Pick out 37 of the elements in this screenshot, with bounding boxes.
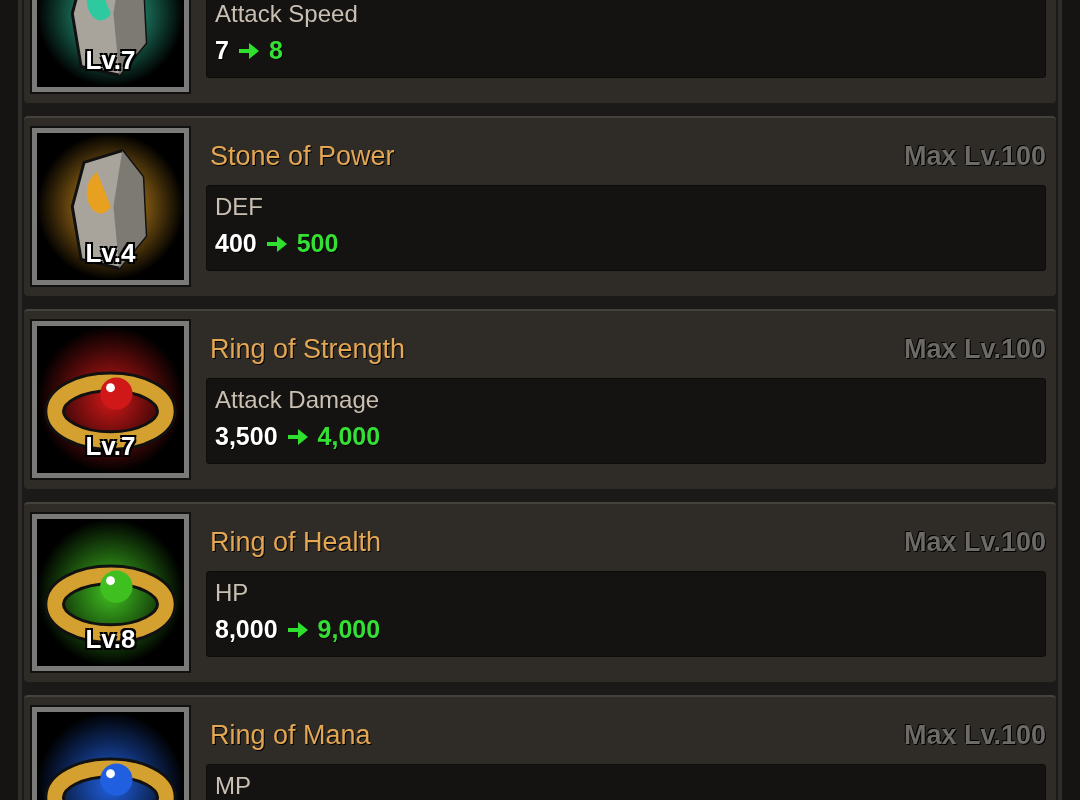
item-card[interactable]: Lv.8 Ring of Health Max Lv.100 HP 8,000 9,000 (24, 502, 1056, 682)
next-value: 4,000 (317, 424, 381, 449)
next-value: 500 (296, 231, 339, 256)
arrow-icon (264, 233, 289, 254)
item-name: Ring of Strength (210, 333, 406, 367)
max-level-label: Max Lv.100 (903, 526, 1046, 560)
level-label: Lv.7 (84, 433, 137, 459)
item-name: Stone of Power (210, 140, 395, 174)
current-value: 7 (215, 38, 229, 63)
current-value: 3,500 (215, 424, 278, 449)
current-value: 8,000 (215, 617, 278, 642)
stat-name: Attack Damage (215, 388, 381, 412)
max-level-label: Max Lv.100 (903, 333, 1046, 367)
arrow-icon (236, 40, 261, 61)
item-icon-frame[interactable]: Lv.7 (32, 321, 189, 478)
item-name: Ring of Health (210, 526, 382, 560)
level-label: Lv.7 (84, 47, 137, 73)
next-value: 8 (268, 38, 283, 63)
rune-stone-icon (37, 133, 184, 280)
item-icon-frame[interactable]: Lv.8 (32, 514, 189, 671)
stat-name: HP (215, 581, 250, 605)
ring-icon (37, 519, 184, 666)
max-level-label: Max Lv.100 (903, 140, 1046, 174)
stat-name: DEF (215, 195, 264, 219)
arrow-icon (285, 619, 310, 640)
max-level-label: Max Lv.100 (903, 719, 1046, 753)
level-label: Lv.8 (84, 626, 137, 652)
next-value: 9,000 (317, 617, 381, 642)
item-name: Ring of Mana (210, 719, 371, 753)
arrow-icon (285, 426, 310, 447)
current-value: 400 (215, 231, 257, 256)
item-card[interactable]: Lv.7 Ring of Strength Max Lv.100 Attack Damage 3,500 4,000 (24, 309, 1056, 489)
ring-icon (37, 326, 184, 473)
item-card[interactable]: Lv.7 Attack Speed 7 8 (24, 0, 1056, 103)
item-card[interactable]: Ring of Mana Max Lv.100 MP (24, 695, 1056, 800)
stat-name: MP (215, 774, 252, 798)
stat-name: Attack Speed (215, 2, 359, 26)
